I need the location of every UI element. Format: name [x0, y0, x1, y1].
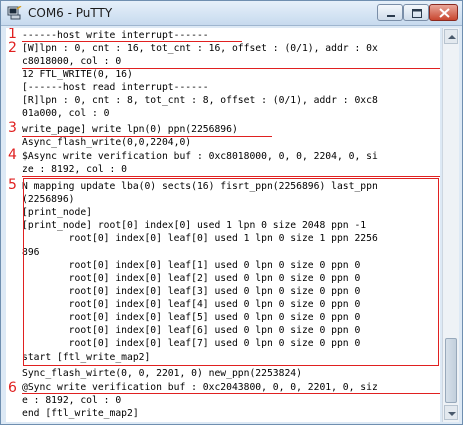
- terminal-line: write_page] write lpn(0) ppn(2256896): [22, 124, 238, 135]
- window-title: COM6 - PuTTY: [28, 6, 113, 20]
- annotation-underline: [22, 176, 440, 177]
- annotation-marker: 3: [8, 120, 17, 136]
- vertical-scrollbar[interactable]: [442, 28, 459, 422]
- annotation-marker: 5: [8, 177, 17, 193]
- terminal-line: [R]lpn : 0, cnt : 8, tot_cnt : 8, offset…: [22, 95, 378, 106]
- terminal-line: Sync_flash_wirte(0, 0, 2201, 0) new_ppn(…: [22, 368, 302, 379]
- terminal-line: [------host read interrupt------: [22, 82, 209, 93]
- arrow-up-icon: [448, 35, 456, 39]
- annotation-underline: [22, 136, 272, 137]
- title-bar[interactable]: COM6 - PuTTY: [1, 1, 462, 26]
- scrollbar-thumb[interactable]: [445, 338, 457, 403]
- scroll-up-button[interactable]: [444, 29, 458, 44]
- annotation-marker: 2: [8, 40, 17, 56]
- annotation-marker: 4: [8, 147, 17, 163]
- maximize-button[interactable]: [403, 4, 429, 21]
- terminal-line: ze : 8192, col : 0: [22, 164, 127, 175]
- terminal-line: $Async write verification buf : 0xc80180…: [22, 151, 378, 162]
- annotation-underline: [22, 393, 440, 394]
- close-button[interactable]: [429, 4, 458, 21]
- putty-app-icon[interactable]: [7, 5, 22, 20]
- maximize-icon: [412, 9, 422, 18]
- scroll-down-button[interactable]: [444, 405, 458, 420]
- terminal-line: [W]lpn : 0, cnt : 16, tot_cnt : 16, offs…: [22, 43, 378, 54]
- terminal-line: end [ftl_write_map2]: [22, 408, 139, 419]
- minimize-icon: [387, 15, 395, 17]
- terminal-line: e : 8192, col : 0: [22, 395, 122, 406]
- terminal-line: c8018000, col : 0: [22, 56, 122, 67]
- terminal-line: 01a000, col : 0: [22, 108, 110, 119]
- annotation-underline: [22, 41, 242, 42]
- annotation-marker: 6: [8, 380, 17, 396]
- terminal-line: Async_flash_write(0,0,2204,0): [22, 137, 192, 148]
- arrow-down-icon: [448, 412, 456, 416]
- close-icon: [439, 8, 450, 18]
- terminal-output[interactable]: ------host write interrupt------ [W]lpn …: [6, 28, 440, 422]
- terminal-line: 12 FTL_WRITE(0, 16): [22, 69, 133, 80]
- putty-window: COM6 - PuTTY ------host write interrupt-…: [0, 0, 463, 425]
- minimize-button[interactable]: [377, 4, 403, 21]
- annotation-box: [23, 178, 439, 366]
- annotation-underline: [22, 68, 440, 69]
